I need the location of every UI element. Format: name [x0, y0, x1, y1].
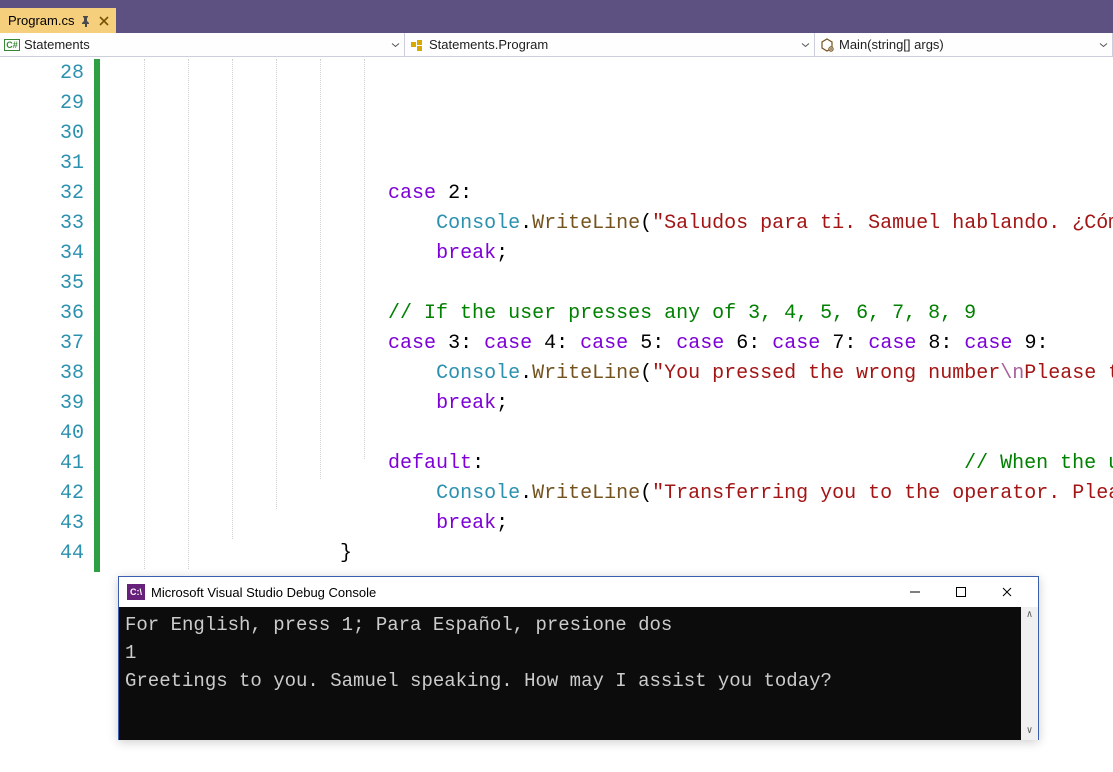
csharp-icon: C#: [4, 37, 20, 53]
nav-member-label: Main(string[] args): [839, 37, 944, 52]
nav-breadcrumb: C# Statements Statements.Program Main(st…: [0, 33, 1113, 57]
code-area[interactable]: case 2: Console.WriteLine("Saludos para …: [100, 57, 1113, 572]
code-line[interactable]: Console.WriteLine("Transferring you to t…: [100, 479, 1113, 509]
code-line[interactable]: case 3: case 4: case 5: case 6: case 7: …: [100, 329, 1113, 359]
console-titlebar[interactable]: C:\ Microsoft Visual Studio Debug Consol…: [119, 577, 1038, 607]
code-line[interactable]: Console.WriteLine("Saludos para ti. Samu…: [100, 209, 1113, 239]
line-number: 41: [0, 449, 84, 479]
code-line[interactable]: Console.WriteLine("You pressed the wrong…: [100, 359, 1113, 389]
line-number: 40: [0, 419, 84, 449]
scroll-up-icon[interactable]: ∧: [1021, 607, 1038, 624]
line-number: 38: [0, 359, 84, 389]
code-line[interactable]: case 2:: [100, 179, 1113, 209]
code-line[interactable]: break;: [100, 389, 1113, 419]
code-line[interactable]: }: [100, 539, 1113, 569]
tab-title: Program.cs: [8, 13, 74, 28]
close-button[interactable]: [984, 577, 1030, 607]
line-number: 39: [0, 389, 84, 419]
class-icon: [409, 37, 425, 53]
console-line: 1: [125, 639, 1032, 667]
menubar-strip: [0, 0, 1113, 7]
line-number: 29: [0, 89, 84, 119]
console-scrollbar[interactable]: ∧ ∨: [1021, 607, 1038, 740]
tab-program-cs[interactable]: Program.cs: [0, 8, 116, 33]
line-number: 36: [0, 299, 84, 329]
nav-member[interactable]: Main(string[] args): [815, 33, 1113, 56]
minimize-button[interactable]: [892, 577, 938, 607]
line-number: 37: [0, 329, 84, 359]
console-body[interactable]: For English, press 1; Para Español, pres…: [119, 607, 1038, 740]
nav-class[interactable]: Statements.Program: [405, 33, 815, 56]
line-number: 30: [0, 119, 84, 149]
console-app-icon: C:\: [127, 584, 145, 600]
code-line[interactable]: default: // When the user presses 0: [100, 449, 1113, 479]
scroll-down-icon[interactable]: ∨: [1021, 723, 1038, 740]
line-number: 43: [0, 509, 84, 539]
code-line[interactable]: break;: [100, 239, 1113, 269]
line-number-gutter: 2829303132333435363738394041424344: [0, 57, 94, 572]
line-number: 34: [0, 239, 84, 269]
code-line[interactable]: [100, 269, 1113, 299]
code-line[interactable]: break;: [100, 509, 1113, 539]
line-number: 31: [0, 149, 84, 179]
line-number: 35: [0, 269, 84, 299]
console-line: For English, press 1; Para Español, pres…: [125, 611, 1032, 639]
chevron-down-icon[interactable]: [801, 37, 810, 52]
line-number: 28: [0, 59, 84, 89]
method-icon: [819, 37, 835, 53]
code-line[interactable]: }: [100, 569, 1113, 572]
line-number: 32: [0, 179, 84, 209]
line-number: 33: [0, 209, 84, 239]
console-line: Greetings to you. Samuel speaking. How m…: [125, 667, 1032, 695]
debug-console-window[interactable]: C:\ Microsoft Visual Studio Debug Consol…: [118, 576, 1039, 740]
line-number: 42: [0, 479, 84, 509]
nav-namespace[interactable]: C# Statements: [0, 33, 405, 56]
close-icon[interactable]: [98, 15, 110, 27]
nav-namespace-label: Statements: [24, 37, 90, 52]
code-line[interactable]: [100, 149, 1113, 179]
line-number: 44: [0, 539, 84, 569]
console-title-text: Microsoft Visual Studio Debug Console: [151, 585, 376, 600]
code-editor[interactable]: 2829303132333435363738394041424344 case …: [0, 57, 1113, 572]
chevron-down-icon[interactable]: [1099, 37, 1108, 52]
code-line[interactable]: [100, 419, 1113, 449]
code-line[interactable]: // If the user presses any of 3, 4, 5, 6…: [100, 299, 1113, 329]
tab-row: Program.cs: [0, 7, 1113, 33]
maximize-button[interactable]: [938, 577, 984, 607]
chevron-down-icon[interactable]: [391, 37, 400, 52]
pin-icon[interactable]: [80, 15, 92, 27]
nav-class-label: Statements.Program: [429, 37, 548, 52]
